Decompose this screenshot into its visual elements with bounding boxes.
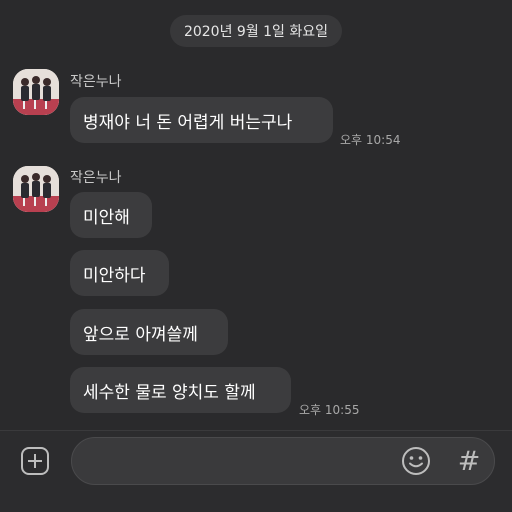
message-input[interactable]	[88, 448, 392, 476]
message-bubble[interactable]: 미안하다	[70, 250, 169, 296]
message-input-box[interactable]	[71, 437, 495, 485]
message-bubble[interactable]: 병재야 너 돈 어렵게 버는구나	[70, 97, 333, 143]
date-divider: 2020년 9월 1일 화요일	[170, 15, 342, 47]
plus-icon	[28, 454, 42, 468]
emoji-button[interactable]	[401, 446, 431, 476]
hashtag-button[interactable]: #	[454, 444, 484, 478]
smiley-icon	[402, 447, 430, 475]
message-bubble[interactable]: 미안해	[70, 192, 152, 238]
sender-avatar[interactable]	[13, 166, 59, 212]
hash-icon: #	[457, 445, 481, 477]
message-bubble[interactable]: 세수한 물로 양치도 할께	[70, 367, 291, 413]
sender-avatar[interactable]	[13, 69, 59, 115]
message-time: 오후 10:54	[340, 133, 401, 147]
message-time: 오후 10:55	[299, 403, 360, 417]
message-bubble[interactable]: 앞으로 아껴쓸께	[70, 309, 228, 355]
profile-photo	[13, 166, 59, 212]
sender-name: 작은누나	[70, 170, 122, 186]
profile-photo	[13, 69, 59, 115]
sender-name: 작은누나	[70, 74, 122, 90]
add-attachment-button[interactable]	[21, 447, 49, 475]
